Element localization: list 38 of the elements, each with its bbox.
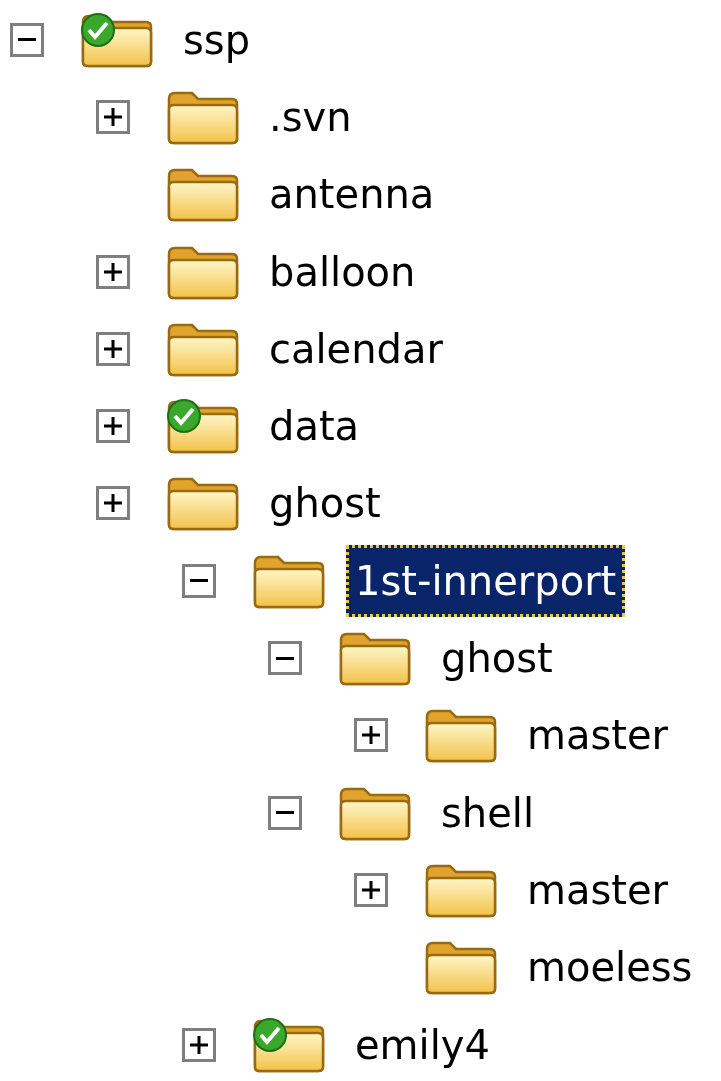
expand-toggle[interactable] — [96, 486, 130, 521]
expand-toggle[interactable] — [96, 99, 130, 134]
folder-label[interactable]: data — [260, 390, 369, 463]
expand-toggle[interactable] — [96, 331, 130, 366]
plus-icon — [104, 262, 122, 281]
plus-icon — [362, 880, 380, 899]
expand-toggle[interactable] — [96, 409, 130, 444]
plus-icon — [190, 1035, 208, 1054]
expand-toggle[interactable] — [182, 1027, 216, 1062]
folder-label[interactable]: shell — [432, 776, 544, 849]
plus-icon — [104, 494, 122, 513]
folder-label[interactable]: calendar — [260, 312, 452, 385]
expand-toggle[interactable] — [182, 563, 216, 598]
expand-toggle[interactable] — [268, 641, 302, 675]
folder-label[interactable]: antenna — [260, 158, 444, 231]
expand-toggle[interactable] — [268, 795, 302, 830]
plus-icon — [104, 417, 122, 436]
folder-label[interactable]: ssp — [174, 3, 260, 76]
folder-label[interactable]: master — [518, 853, 678, 926]
expand-toggle[interactable] — [354, 718, 388, 753]
minus-icon — [276, 656, 294, 660]
plus-icon — [362, 726, 380, 745]
minus-icon — [276, 811, 294, 815]
folder-label[interactable]: balloon — [260, 235, 425, 308]
plus-icon — [104, 107, 122, 126]
plus-icon — [104, 339, 122, 358]
minus-icon — [18, 38, 36, 42]
folder-label[interactable]: moeless — [518, 931, 702, 1004]
folder-label[interactable]: master — [518, 699, 678, 772]
expand-toggle[interactable] — [96, 254, 130, 289]
expand-toggle[interactable] — [354, 872, 388, 907]
folder-label[interactable]: ghost — [260, 467, 390, 540]
folder-label[interactable]: .svn — [260, 80, 361, 153]
minus-icon — [190, 579, 208, 583]
folder-label[interactable]: emily4 — [346, 1008, 499, 1081]
folder-label[interactable]: ghost — [432, 622, 562, 694]
folder-label[interactable]: 1st-innerport — [346, 544, 626, 617]
expand-toggle[interactable] — [10, 22, 44, 57]
